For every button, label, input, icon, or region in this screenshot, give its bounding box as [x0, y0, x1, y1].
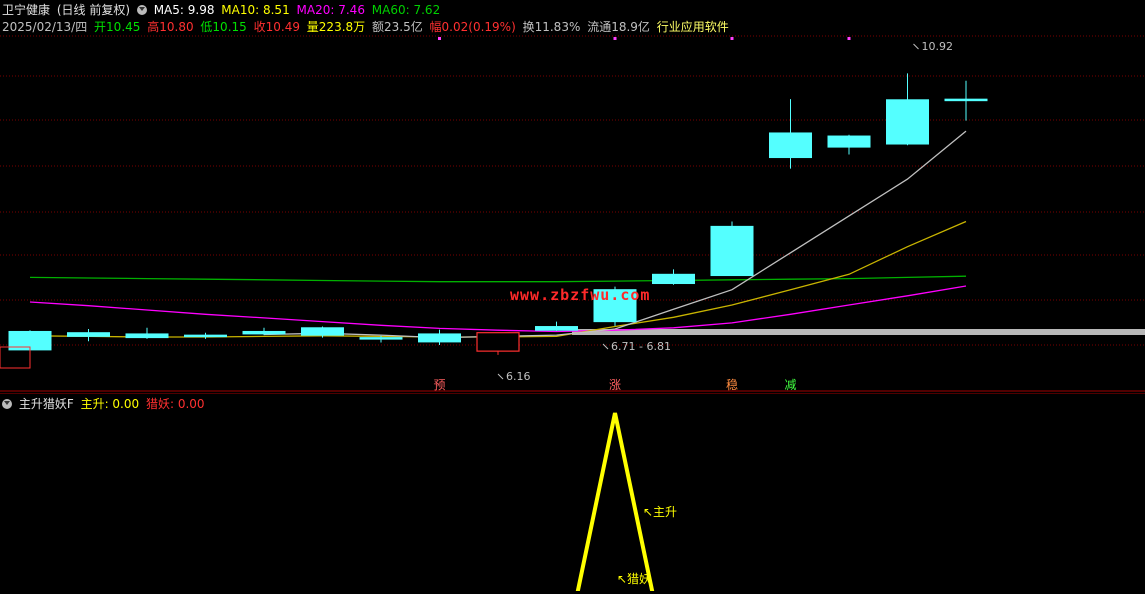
indicator-chart[interactable]: ↖主升 ↖猎妖 — [0, 392, 1145, 594]
stock-name[interactable]: 卫宁健康 — [2, 3, 50, 17]
signal-dot — [613, 37, 617, 40]
ma20-label: MA20: 7.46 — [296, 3, 365, 17]
candle-body — [418, 333, 461, 343]
candle-body — [184, 334, 227, 338]
change-label: 幅0.02(0.19%) — [429, 20, 516, 34]
signal-label: 稳 — [726, 377, 738, 392]
volume-label: 量223.8万 — [306, 20, 366, 34]
candle-body — [827, 135, 871, 148]
candle — [184, 332, 227, 339]
price-annotation: 6.71 - 6.81 — [611, 340, 671, 353]
watermark: www.zbzfwu.com — [510, 286, 651, 304]
indicator-panel[interactable]: ↖主升 ↖猎妖 — [0, 392, 1145, 594]
amount-label: 额23.5亿 — [371, 20, 423, 34]
price-annotation: 10.92 — [922, 40, 954, 53]
candle-body — [886, 99, 929, 145]
candle — [944, 80, 988, 121]
candle-body — [125, 333, 169, 339]
indicator-header: 主升猎妖F 主升: 0.00 猎妖: 0.00 — [2, 397, 208, 412]
open-label: 开10.45 — [94, 20, 141, 34]
candle-body — [242, 330, 286, 335]
annotation-arrow — [497, 373, 504, 380]
candle-body — [535, 326, 578, 331]
signal-label: 预 — [433, 378, 445, 392]
candle — [886, 73, 929, 146]
signal-dot — [847, 37, 851, 40]
candle-body — [769, 132, 812, 159]
kline-panel[interactable]: 6.16 6.71 - 6.81 10.92 预 涨 稳 减 — [0, 0, 1145, 392]
price-band — [572, 329, 1145, 335]
quote-line: 2025/02/13/四 开10.45 高10.80 低10.15 收10.49… — [2, 20, 732, 35]
signal-label: 涨 — [609, 377, 621, 392]
signal-dot — [438, 37, 441, 40]
candle-body — [710, 225, 754, 277]
price-annotation: 6.16 — [506, 370, 531, 383]
candle — [535, 321, 578, 331]
candle — [769, 99, 812, 169]
ma10-label: MA10: 8.51 — [221, 3, 290, 17]
dropdown-circle-icon[interactable] — [136, 5, 147, 15]
candle-body — [652, 273, 695, 285]
annotation-arrow — [913, 43, 919, 50]
candle-body — [476, 332, 520, 352]
ma60-label: MA60: 7.62 — [371, 3, 441, 17]
ma5-label: MA5: 9.98 — [153, 3, 215, 17]
candle-body — [67, 332, 110, 337]
period-label[interactable]: (日线 前复权) — [57, 3, 130, 17]
candle — [67, 329, 110, 342]
candle — [242, 327, 286, 336]
title-line: 卫宁健康 (日线 前复权) MA5: 9.98 MA10: 8.51 MA20:… — [2, 3, 443, 18]
indicator-menu-icon[interactable] — [2, 399, 12, 409]
candle — [710, 221, 754, 277]
high-label: 高10.80 — [147, 20, 194, 34]
candle — [125, 327, 169, 339]
candle — [418, 329, 461, 345]
ma20-line — [29, 285, 967, 333]
annotation-arrow — [602, 343, 609, 350]
lieyao-label: 猎妖: 0.00 — [145, 397, 205, 411]
lieyao-series-label: ↖猎妖 — [617, 572, 651, 586]
indicator-name[interactable]: 主升猎妖F — [19, 397, 74, 411]
signal-label: 减 — [784, 378, 796, 392]
date-label: 2025/02/13/四 — [2, 20, 88, 34]
candle — [476, 332, 520, 355]
close-label: 收10.49 — [253, 20, 300, 34]
candle — [652, 269, 695, 285]
low-label: 低10.15 — [200, 20, 247, 34]
float-label: 流通18.9亿 — [587, 20, 650, 34]
candle-body — [359, 337, 403, 340]
signal-dot — [730, 37, 734, 40]
candle-body — [301, 327, 344, 336]
zhusheng-line — [575, 412, 655, 594]
candle-body — [944, 98, 988, 102]
candle — [827, 134, 871, 155]
industry-label[interactable]: 行业应用软件 — [657, 20, 729, 34]
kline-chart[interactable]: 6.16 6.71 - 6.81 10.92 预 涨 稳 减 — [0, 0, 1145, 392]
zhusheng-label: 主升: 0.00 — [80, 397, 140, 411]
turnover-label: 换11.83% — [522, 20, 581, 34]
zhusheng-series-label: ↖主升 — [643, 505, 677, 519]
